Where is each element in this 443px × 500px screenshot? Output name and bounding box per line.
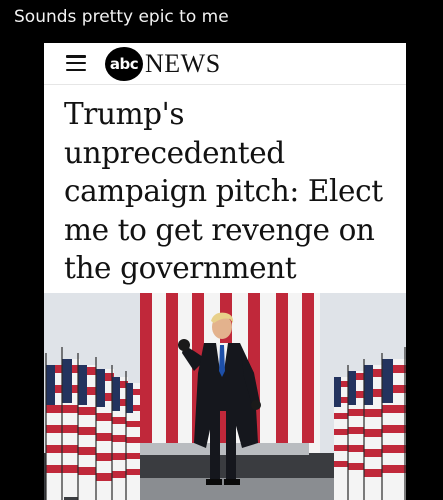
photo-illustration [44, 293, 406, 500]
article-headline: Trump's unprecedented campaign pitch: El… [64, 97, 383, 285]
post-caption: Sounds pretty epic to me [14, 7, 229, 27]
hamburger-menu-icon[interactable] [66, 55, 86, 71]
article-photo [44, 293, 406, 500]
abc-news-logo[interactable]: abc NEWS [105, 47, 221, 81]
news-wordmark: NEWS [145, 49, 221, 78]
site-header: abc NEWS [44, 43, 406, 85]
right-flags [334, 359, 406, 500]
abc-logo-disc: abc [105, 47, 143, 81]
news-screenshot-card: abc NEWS Trump's unprecedented campaign … [44, 43, 406, 500]
